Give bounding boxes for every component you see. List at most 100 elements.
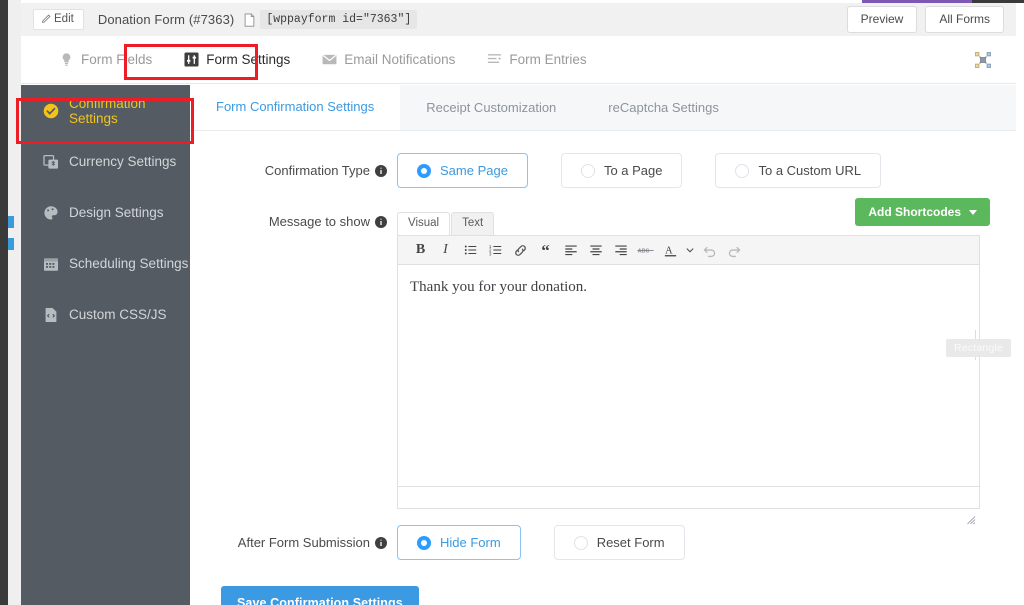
radio-to-a-custom-url[interactable]: To a Custom URL <box>715 153 882 188</box>
info-icon[interactable] <box>375 164 387 177</box>
editor-resize-handle[interactable] <box>966 512 976 525</box>
message-label-group: Message to show <box>190 210 397 229</box>
subtab-label: Receipt Customization <box>426 100 557 115</box>
settings-sidebar: Confirmation Settings Currency Settings <box>21 85 190 605</box>
add-shortcodes-button[interactable]: Add Shortcodes <box>855 198 990 226</box>
bold-icon[interactable]: B <box>408 238 433 263</box>
info-icon[interactable] <box>375 215 387 228</box>
after-form-submission-label: After Form Submission <box>237 535 370 550</box>
add-shortcodes-label: Add Shortcodes <box>868 205 961 219</box>
radio-label: Same Page <box>440 163 508 178</box>
sidebar-item-scheduling-settings[interactable]: Scheduling Settings <box>21 238 190 289</box>
tab-label: Form Entries <box>509 52 587 67</box>
italic-icon[interactable]: I <box>433 238 458 263</box>
align-right-icon[interactable] <box>608 238 633 263</box>
subtab-receipt-customization[interactable]: Receipt Customization <box>400 85 583 130</box>
admin-topbar: Edit Donation Form (#7363) [wppayform id… <box>21 3 1016 36</box>
browser-right-gutter <box>1016 3 1024 605</box>
radio-to-a-page[interactable]: To a Page <box>560 153 683 188</box>
editor-content-text: Thank you for your donation. <box>410 279 588 295</box>
align-left-icon[interactable] <box>558 238 583 263</box>
list-icon <box>487 52 502 67</box>
browser-left-edge <box>0 0 8 605</box>
tab-label: Form Fields <box>81 52 153 67</box>
sidebar-item-label: Confirmation Settings <box>69 95 146 126</box>
bulleted-list-icon[interactable] <box>458 238 483 263</box>
tab-label: Email Notifications <box>344 52 456 67</box>
main-nav-tabs: Form Fields Form Settings Email Notifica… <box>21 36 1016 84</box>
radio-same-page[interactable]: Same Page <box>397 153 528 188</box>
settings-subtabs: Form Confirmation Settings Receipt Custo… <box>190 85 1016 131</box>
browser-edge-marker <box>8 216 14 228</box>
text-color-dropdown-icon[interactable] <box>683 238 697 263</box>
edit-button[interactable]: Edit <box>33 8 84 31</box>
tab-form-settings[interactable]: Form Settings <box>168 44 306 75</box>
sidebar-item-custom-css-js[interactable]: Custom CSS/JS <box>21 289 190 340</box>
subtab-label: Form Confirmation Settings <box>216 99 375 114</box>
radio-label: To a Page <box>603 163 663 178</box>
check-circle-icon <box>43 103 59 119</box>
editor-toolbar: B I 123 “ ABC A <box>397 235 980 265</box>
settings-content-panel: Form Confirmation Settings Receipt Custo… <box>190 85 1016 605</box>
tab-label: Form Settings <box>206 52 291 67</box>
radio-reset-form[interactable]: Reset Form <box>553 525 685 560</box>
subtab-recaptcha-settings[interactable]: reCaptcha Settings <box>582 85 745 130</box>
sliders-icon <box>184 52 199 67</box>
currency-icon <box>43 154 59 170</box>
calendar-icon <box>43 256 59 272</box>
expand-arrows-icon[interactable] <box>974 51 992 69</box>
sidebar-item-label: Custom CSS/JS <box>69 307 167 322</box>
numbered-list-icon[interactable]: 123 <box>483 238 508 263</box>
subtab-label: reCaptcha Settings <box>608 100 719 115</box>
field-confirmation-type: Confirmation Type Same Page To a Page To… <box>190 153 1016 188</box>
subtab-form-confirmation-settings[interactable]: Form Confirmation Settings <box>190 85 401 130</box>
editor-tab-visual[interactable]: Visual <box>397 212 451 235</box>
sidebar-item-confirmation-settings[interactable]: Confirmation Settings <box>21 85 190 136</box>
palette-icon <box>43 205 59 221</box>
field-after-form-submission: After Form Submission Hide Form Reset Fo… <box>190 525 1016 560</box>
preview-button[interactable]: Preview <box>846 6 918 33</box>
sidebar-item-currency-settings[interactable]: Currency Settings <box>21 136 190 187</box>
after-submission-options: Hide Form Reset Form <box>397 525 685 560</box>
browser-edge-marker <box>8 238 14 250</box>
tab-form-fields[interactable]: Form Fields <box>43 44 168 75</box>
browser-left-gutter <box>8 0 21 605</box>
topbar-actions: Preview All Forms <box>846 6 1016 33</box>
undo-icon[interactable] <box>697 238 722 263</box>
lightbulb-icon <box>59 52 74 67</box>
radio-hide-form[interactable]: Hide Form <box>397 525 521 560</box>
radio-dot <box>417 535 431 550</box>
link-icon[interactable] <box>508 238 533 263</box>
tab-form-entries[interactable]: Form Entries <box>471 44 602 75</box>
message-to-show-label: Message to show <box>268 214 370 229</box>
confirmation-settings-form: Confirmation Type Same Page To a Page To… <box>190 131 1016 605</box>
rectangle-tooltip: Rectangle <box>946 339 1012 357</box>
field-message-to-show: Message to show Visual Text Add Shortcod… <box>190 198 1016 525</box>
tab-email-notifications[interactable]: Email Notifications <box>306 44 471 75</box>
form-title: Donation Form (#7363) <box>97 12 235 27</box>
editor-tab-text[interactable]: Text <box>451 212 495 235</box>
all-forms-button[interactable]: All Forms <box>925 6 1004 33</box>
wysiwyg-editor: Visual Text Add Shortcodes B I 1 2 3 “ A… <box>397 198 990 525</box>
confirmation-type-label: Confirmation Type <box>264 163 370 178</box>
radio-label: Reset Form <box>596 535 665 550</box>
radio-label: Hide Form <box>440 535 501 550</box>
info-icon[interactable] <box>375 536 387 549</box>
redo-icon[interactable] <box>722 238 747 263</box>
editor-statusbar <box>397 487 980 525</box>
text-color-icon[interactable]: A <box>658 238 683 263</box>
editor-content-area[interactable]: Thank you for your donation. <box>397 265 980 487</box>
subtab-filler <box>744 85 1016 130</box>
sidebar-item-design-settings[interactable]: Design Settings <box>21 187 190 238</box>
after-submission-label-group: After Form Submission <box>190 525 397 550</box>
align-center-icon[interactable] <box>583 238 608 263</box>
shortcode-display: [wppayform id="7363"] <box>243 10 418 29</box>
code-file-icon <box>43 307 59 323</box>
svg-text:A: A <box>665 245 673 256</box>
strikethrough-icon[interactable]: ABC <box>633 238 658 263</box>
edit-button-label: Edit <box>54 12 74 25</box>
svg-text:3: 3 <box>489 251 492 256</box>
blockquote-icon[interactable]: “ <box>533 238 558 263</box>
save-confirmation-settings-button[interactable]: Save Confirmation Settings <box>221 586 419 605</box>
shortcode-text[interactable]: [wppayform id="7363"] <box>260 10 418 29</box>
